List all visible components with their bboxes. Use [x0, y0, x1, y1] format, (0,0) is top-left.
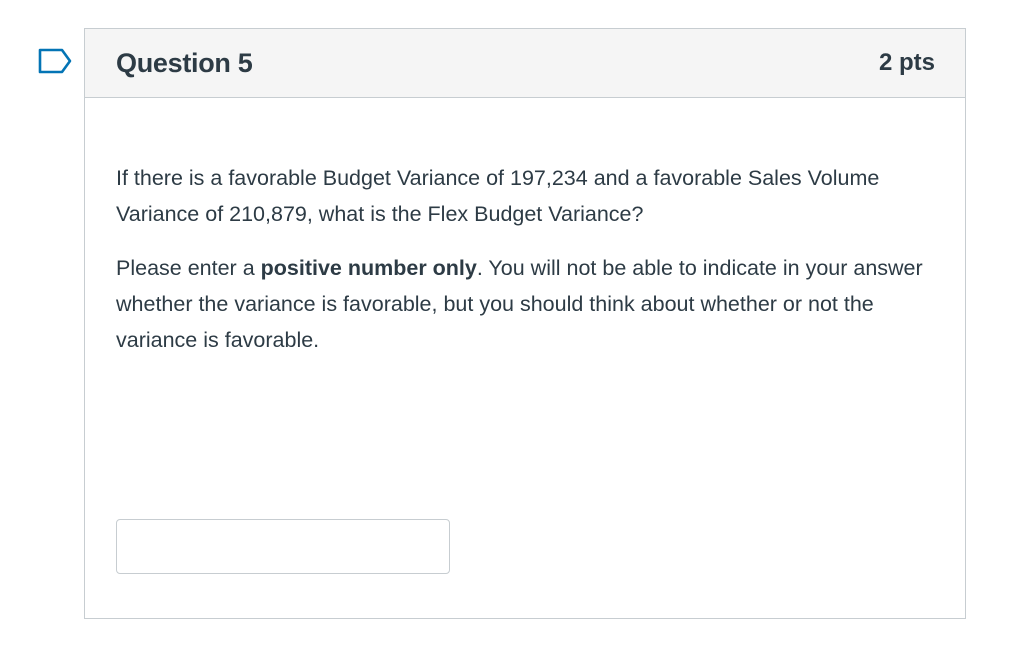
flag-question-icon[interactable] [38, 48, 72, 74]
answer-input[interactable] [116, 519, 450, 574]
instructions-emphasis: positive number only [260, 256, 477, 280]
instructions-text-start: Please enter a [116, 256, 261, 280]
question-paragraph: If there is a favorable Budget Variance … [116, 166, 880, 226]
question-card: Question 5 2 pts If there is a favorable… [84, 28, 966, 619]
question-title: Question 5 [116, 47, 253, 78]
question-body: If there is a favorable Budget Variance … [85, 98, 965, 358]
question-instructions: Please enter a positive number only. You… [116, 250, 935, 358]
question-points: 2 pts [878, 49, 935, 76]
question-text: If there is a favorable Budget Variance … [116, 160, 935, 358]
question-header: Question 5 2 pts [85, 29, 965, 98]
